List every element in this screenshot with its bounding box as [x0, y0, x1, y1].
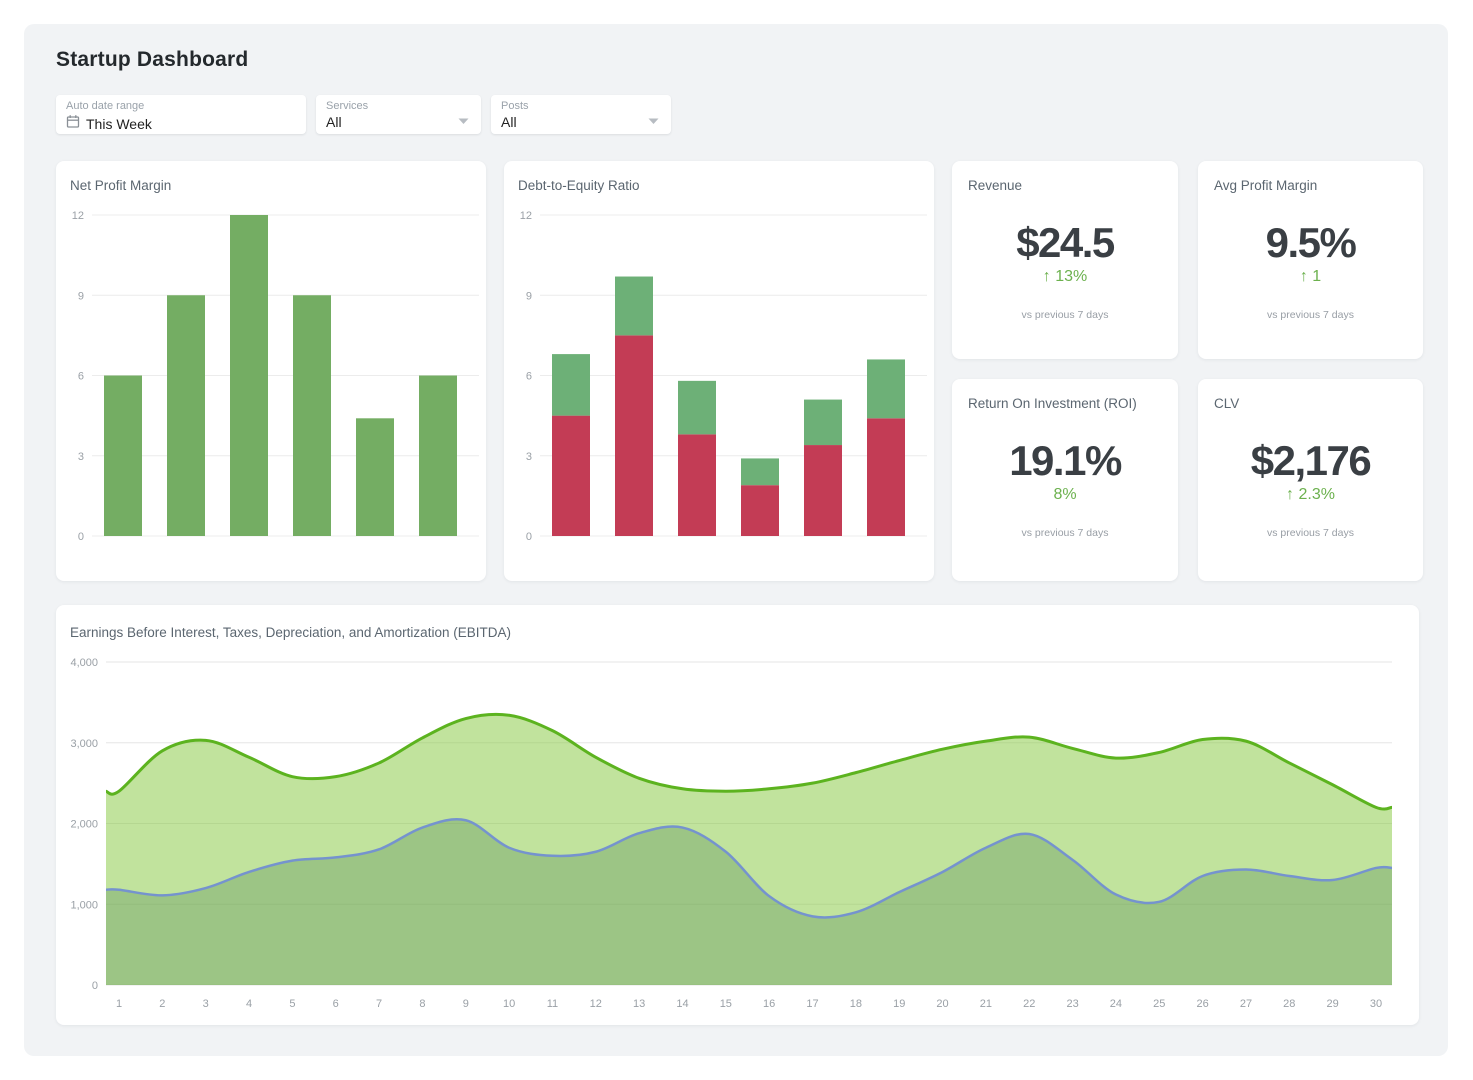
svg-text:12: 12	[520, 210, 532, 222]
svg-text:6: 6	[526, 371, 532, 383]
kpi-delta: ↑ 13%	[952, 268, 1178, 286]
svg-text:14: 14	[676, 998, 688, 1010]
svg-text:9: 9	[78, 290, 84, 302]
date-range-value: This Week	[86, 116, 152, 132]
svg-text:4: 4	[246, 998, 252, 1010]
kpi-delta: ↑ 2.3%	[1198, 486, 1423, 504]
svg-text:2,000: 2,000	[70, 819, 98, 831]
ebitda-card: 01,0002,0003,0004,0001234567891011121314…	[56, 605, 1419, 1025]
debt-to-equity-card: 0 3 6 9 12 Debt-to-Equity Ratio	[504, 161, 934, 581]
svg-text:26: 26	[1196, 998, 1208, 1010]
svg-text:24: 24	[1110, 998, 1122, 1010]
svg-text:3,000: 3,000	[70, 738, 98, 750]
net-profit-margin-chart: 0 3 6 9 12	[56, 161, 486, 581]
kpi-note: vs previous 7 days	[1198, 309, 1423, 321]
svg-text:11: 11	[547, 998, 558, 1010]
svg-text:29: 29	[1327, 998, 1339, 1010]
services-label: Services	[326, 100, 471, 113]
chart-title: Net Profit Margin	[70, 178, 171, 193]
kpi-title: Return On Investment (ROI)	[968, 396, 1137, 411]
svg-text:30: 30	[1370, 998, 1382, 1010]
svg-text:10: 10	[503, 998, 515, 1010]
svg-text:0: 0	[526, 531, 532, 543]
dashboard-panel: Startup Dashboard Auto date range This W…	[24, 24, 1448, 1056]
chart-title: Debt-to-Equity Ratio	[518, 178, 640, 193]
svg-text:25: 25	[1153, 998, 1165, 1010]
kpi-note: vs previous 7 days	[1198, 527, 1423, 539]
svg-text:0: 0	[78, 531, 84, 543]
net-profit-margin-card: 0 3 6 9 12 Net Profit Margin	[56, 161, 486, 581]
svg-text:4,000: 4,000	[70, 657, 98, 669]
svg-text:3: 3	[526, 451, 532, 463]
svg-text:3: 3	[203, 998, 209, 1010]
ebitda-chart: 01,0002,0003,0004,0001234567891011121314…	[56, 605, 1419, 1025]
svg-text:27: 27	[1240, 998, 1252, 1010]
svg-text:21: 21	[980, 998, 992, 1010]
svg-text:6: 6	[333, 998, 339, 1010]
kpi-note: vs previous 7 days	[952, 309, 1178, 321]
kpi-grid: Revenue $24.5 ↑ 13% vs previous 7 days A…	[952, 161, 1423, 581]
svg-text:6: 6	[78, 371, 84, 383]
svg-text:9: 9	[526, 290, 532, 302]
kpi-card-clv: CLV $2,176 ↑ 2.3% vs previous 7 days	[1198, 379, 1423, 581]
svg-text:7: 7	[376, 998, 382, 1010]
svg-text:18: 18	[850, 998, 862, 1010]
kpi-card-roi: Return On Investment (ROI) 19.1% 8% vs p…	[952, 379, 1178, 581]
filter-bar: Auto date range This Week Services All	[56, 95, 671, 134]
svg-text:12: 12	[72, 210, 84, 222]
date-range-label: Auto date range	[66, 100, 296, 113]
kpi-value: $24.5	[952, 161, 1178, 265]
date-range-filter[interactable]: Auto date range This Week	[56, 95, 306, 134]
svg-text:3: 3	[78, 451, 84, 463]
svg-text:0: 0	[92, 980, 98, 992]
kpi-card-revenue: Revenue $24.5 ↑ 13% vs previous 7 days	[952, 161, 1178, 359]
chevron-down-icon	[648, 112, 659, 130]
posts-value: All	[501, 114, 517, 130]
svg-text:15: 15	[720, 998, 732, 1010]
svg-text:17: 17	[806, 998, 818, 1010]
svg-text:8: 8	[419, 998, 425, 1010]
svg-text:9: 9	[463, 998, 469, 1010]
svg-text:16: 16	[763, 998, 775, 1010]
kpi-value: $2,176	[1198, 379, 1423, 483]
svg-text:20: 20	[936, 998, 948, 1010]
calendar-icon	[66, 114, 80, 134]
kpi-title: CLV	[1214, 396, 1239, 411]
kpi-note: vs previous 7 days	[952, 527, 1178, 539]
posts-filter[interactable]: Posts All	[491, 95, 671, 134]
svg-text:2: 2	[159, 998, 165, 1010]
svg-text:22: 22	[1023, 998, 1035, 1010]
svg-text:19: 19	[893, 998, 905, 1010]
svg-text:1: 1	[116, 998, 122, 1010]
debt-to-equity-chart: 0 3 6 9 12	[504, 161, 934, 581]
posts-label: Posts	[501, 100, 661, 113]
kpi-title: Revenue	[968, 178, 1022, 193]
svg-text:5: 5	[289, 998, 295, 1010]
kpi-value: 19.1%	[952, 379, 1178, 483]
page-title: Startup Dashboard	[56, 48, 248, 72]
svg-text:23: 23	[1066, 998, 1078, 1010]
svg-text:1,000: 1,000	[70, 899, 98, 911]
svg-text:12: 12	[590, 998, 602, 1010]
kpi-title: Avg Profit Margin	[1214, 178, 1317, 193]
chart-title: Earnings Before Interest, Taxes, Depreci…	[70, 625, 511, 640]
services-filter[interactable]: Services All	[316, 95, 481, 134]
kpi-value: 9.5%	[1198, 161, 1423, 265]
kpi-card-avg-profit-margin: Avg Profit Margin 9.5% ↑ 1 vs previous 7…	[1198, 161, 1423, 359]
chevron-down-icon	[458, 112, 469, 130]
services-value: All	[326, 114, 342, 130]
svg-text:28: 28	[1283, 998, 1295, 1010]
kpi-delta: ↑ 1	[1198, 268, 1423, 286]
kpi-delta: 8%	[952, 486, 1178, 504]
svg-text:13: 13	[633, 998, 645, 1010]
